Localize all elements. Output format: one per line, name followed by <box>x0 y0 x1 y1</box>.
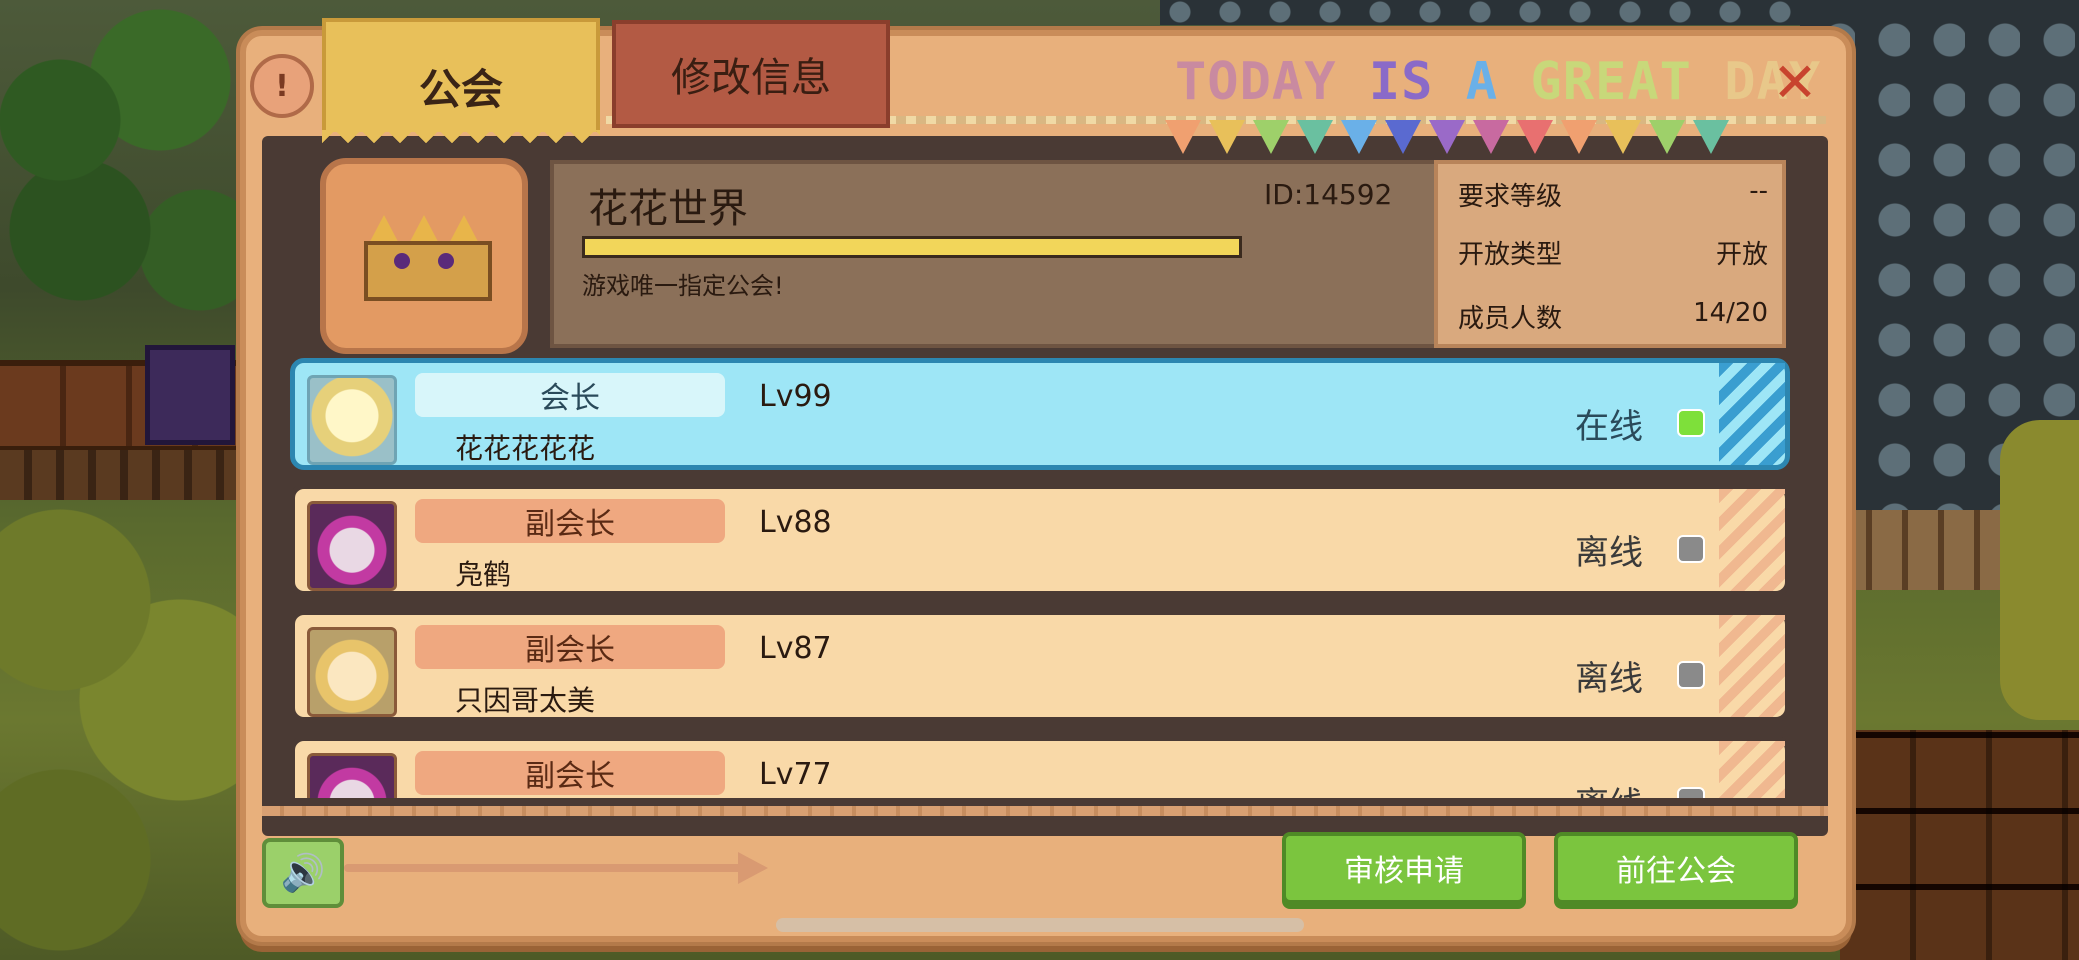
close-button[interactable]: ✕ <box>1768 56 1822 110</box>
member-name: 只因哥太美 <box>455 684 596 717</box>
tab-guild[interactable]: 公会 <box>322 18 600 156</box>
member-list[interactable]: 会长 花花花花花 Lv99 在线 副会长 凫鹤 Lv88 离线 副会长 只因哥太… <box>290 358 1790 798</box>
crown-icon <box>364 211 492 301</box>
fence-left <box>0 450 260 500</box>
motto-word: GREAT <box>1530 52 1692 112</box>
offline-indicator <box>1677 787 1705 798</box>
guild-exp-bar <box>582 236 1242 258</box>
close-icon: ✕ <box>1772 51 1818 114</box>
guild-stats: 要求等级 -- 开放类型 开放 成员人数 14/20 <box>1434 160 1786 348</box>
review-applications-button[interactable]: 审核申请 <box>1282 832 1526 904</box>
row-zigzag-decor <box>1719 489 1785 591</box>
member-name: 凫鹤 <box>455 558 512 591</box>
tab-edit-info-label: 修改信息 <box>671 55 831 101</box>
help-button[interactable]: ! <box>250 54 314 118</box>
offline-indicator <box>1677 535 1705 563</box>
tree-right <box>2000 420 2079 720</box>
motto-word: IS <box>1368 52 1434 112</box>
scroll-indicator[interactable] <box>776 918 1304 932</box>
member-row[interactable]: 副会长 只因哥太美 Lv87 离线 <box>290 610 1790 722</box>
guild-name: 花花世界 <box>588 186 748 232</box>
guild-crest <box>320 158 528 354</box>
motto-banner: TODAY IS A GREAT DAY <box>1175 52 1821 112</box>
member-status: 离线 <box>1575 659 1643 699</box>
row-zigzag-decor <box>1719 363 1785 465</box>
arrow-decor <box>344 864 744 872</box>
bunting-flag <box>1473 120 1509 154</box>
member-status: 离线 <box>1575 777 1643 798</box>
avatar <box>307 375 397 465</box>
stat-label: 要求等级 <box>1458 182 1563 212</box>
member-row[interactable]: 副会长 凫鹤 Lv88 离线 <box>290 484 1790 596</box>
bunting-flag <box>1165 120 1201 154</box>
row-zigzag-decor <box>1719 615 1785 717</box>
treasure-chest <box>145 345 235 445</box>
stat-open-type: 开放类型 开放 <box>1458 234 1768 271</box>
member-row[interactable]: 会长 花花花花花 Lv99 在线 <box>290 358 1790 470</box>
bunting-flag <box>1341 120 1377 154</box>
avatar <box>307 627 397 717</box>
bunting-flag <box>1605 120 1641 154</box>
help-icon: ! <box>275 68 289 104</box>
role-badge: 会长 <box>415 373 725 417</box>
motto-word <box>1692 52 1724 112</box>
member-status: 离线 <box>1575 533 1643 573</box>
bunting-flag <box>1209 120 1245 154</box>
stat-value: 14/20 <box>1693 298 1768 328</box>
guild-id: ID:14592 <box>1264 178 1393 211</box>
bunting-flag <box>1693 120 1729 154</box>
motto-word <box>1433 52 1465 112</box>
voice-button[interactable]: 🔊 <box>262 838 344 908</box>
bunting-flag <box>1649 120 1685 154</box>
stat-label: 开放类型 <box>1458 240 1563 270</box>
arrow-head-decor <box>738 852 768 884</box>
tab-guild-label: 公会 <box>418 65 503 114</box>
member-level: Lv77 <box>759 757 832 792</box>
member-level: Lv88 <box>759 505 832 540</box>
role-badge: 副会长 <box>415 499 725 543</box>
stat-member-count: 成员人数 14/20 <box>1458 298 1768 335</box>
role-badge: 副会长 <box>415 625 725 669</box>
bunting-flag <box>1253 120 1289 154</box>
member-level: Lv99 <box>759 379 832 414</box>
member-row[interactable]: 副会长 Lv77 离线 <box>290 736 1790 798</box>
stat-label: 成员人数 <box>1458 304 1563 334</box>
guild-exp-fill <box>585 239 1239 255</box>
row-zigzag-decor <box>1719 741 1785 798</box>
tab-edit-info[interactable]: 修改信息 <box>612 20 890 128</box>
avatar <box>307 753 397 798</box>
bunting-flag <box>1429 120 1465 154</box>
review-applications-label: 审核申请 <box>1344 854 1464 889</box>
go-to-guild-button[interactable]: 前往公会 <box>1554 832 1798 904</box>
bunting-flag <box>1385 120 1421 154</box>
role-badge: 副会长 <box>415 751 725 795</box>
speaker-icon: 🔊 <box>280 853 326 894</box>
member-level: Lv87 <box>759 631 832 666</box>
bunting-flags <box>1165 120 1835 156</box>
wall-top <box>1160 0 1800 25</box>
go-to-guild-label: 前往公会 <box>1616 854 1736 889</box>
offline-indicator <box>1677 661 1705 689</box>
motto-word <box>1337 52 1369 112</box>
avatar <box>307 501 397 591</box>
stat-required-level: 要求等级 -- <box>1458 176 1768 213</box>
guild-description: 游戏唯一指定公会! <box>582 272 784 300</box>
bunting-flag <box>1561 120 1597 154</box>
member-status: 在线 <box>1575 407 1643 447</box>
motto-word: A <box>1465 52 1499 112</box>
online-indicator <box>1677 409 1705 437</box>
crates <box>1840 730 2079 960</box>
motto-word: TODAY <box>1175 52 1337 112</box>
motto-word <box>1498 52 1530 112</box>
stat-value: -- <box>1749 176 1768 206</box>
panel-bottom-stripe <box>262 806 1828 816</box>
member-name: 花花花花花 <box>455 432 596 465</box>
bunting-flag <box>1297 120 1333 154</box>
stat-value: 开放 <box>1715 240 1768 270</box>
bunting-flag <box>1517 120 1553 154</box>
